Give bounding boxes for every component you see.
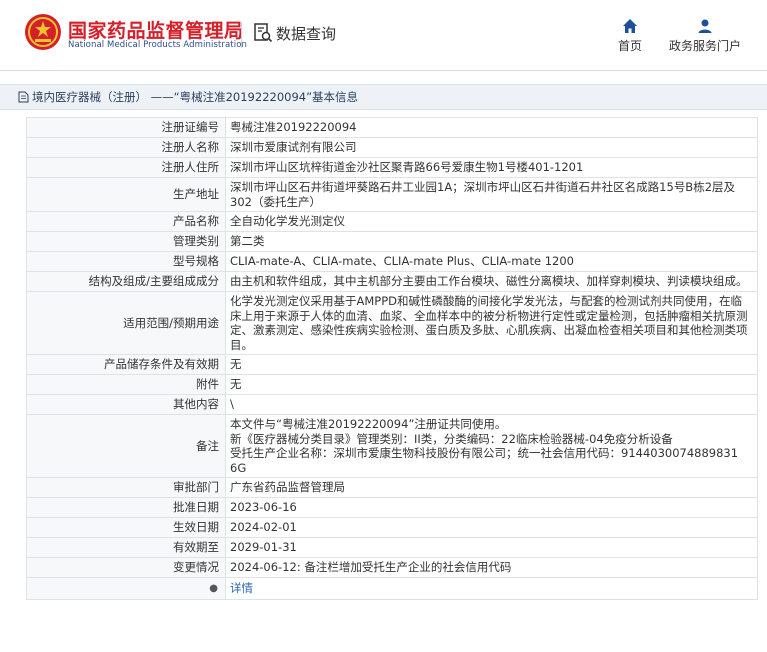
table-row: 注册人住所 深圳市坪山区坑梓街道金沙社区聚青路66号爱康生物1号楼401-1201: [26, 157, 758, 178]
field-label: 适用范围/预期用途: [26, 291, 226, 355]
field-value: 详情: [225, 577, 758, 600]
field-label: 注册人住所: [26, 157, 226, 178]
table-row: 审批部门 广东省药品监督管理局: [26, 477, 758, 498]
field-label: 审批部门: [26, 477, 226, 498]
table-row: 批准日期 2023-06-16: [26, 497, 758, 518]
header-divider: [241, 22, 242, 48]
national-emblem-logo[interactable]: [24, 13, 62, 51]
field-value: 无: [225, 354, 758, 375]
site-name-en[interactable]: National Medical Products Administration: [68, 40, 247, 50]
field-label: 变更情况: [26, 557, 226, 578]
field-label: 其他内容: [26, 394, 226, 415]
table-row: 注册证编号 粤械注准20192220094: [26, 117, 758, 138]
field-label: 备注: [26, 414, 226, 478]
field-value: 深圳市坪山区石井街道坪葵路石井工业园1A；深圳市坪山区石井街道石井社区名成路15…: [225, 177, 758, 212]
details-link[interactable]: 详情: [230, 581, 253, 595]
table-row: 管理类别 第二类: [26, 231, 758, 252]
user-icon: [698, 19, 712, 33]
field-value: 深圳市爱康试剂有限公司: [225, 137, 758, 158]
field-label: ●: [26, 577, 226, 600]
field-label: 注册人名称: [26, 137, 226, 158]
field-label: 产品储存条件及有效期: [26, 354, 226, 375]
field-label: 产品名称: [26, 211, 226, 232]
field-value: \: [225, 394, 758, 415]
site-name-cn[interactable]: 国家药品监督管理局: [68, 16, 244, 43]
field-label: 结构及组成/主要组成成分: [26, 271, 226, 292]
data-query-label: 数据查询: [276, 24, 337, 43]
field-value: 2029-01-31: [225, 537, 758, 558]
field-label: 生效日期: [26, 517, 226, 538]
nav-service-portal[interactable]: 政务服务门户: [665, 18, 745, 54]
table-row: 适用范围/预期用途 化学发光测定仪采用基于AMPPD和碱性磷酸酶的间接化学发光法，…: [26, 291, 758, 355]
field-label: 型号规格: [26, 251, 226, 272]
field-value: 化学发光测定仪采用基于AMPPD和碱性磷酸酶的间接化学发光法，与配套的检测试剂共…: [225, 291, 758, 355]
table-row: 生产地址 深圳市坪山区石井街道坪葵路石井工业园1A；深圳市坪山区石井街道石井社区名…: [26, 177, 758, 212]
field-label: 管理类别: [26, 231, 226, 252]
table-row: 产品储存条件及有效期无: [26, 354, 758, 375]
field-value: 2024-02-01: [225, 517, 758, 538]
field-value: 由主机和软件组成，其中主机部分主要由工作台模块、磁性分离模块、加样穿刺模块、判读…: [225, 271, 758, 292]
site-header: 国家药品监督管理局 National Medical Products Admi…: [0, 0, 767, 71]
table-row: 其他内容 \: [26, 394, 758, 415]
table-row: 结构及组成/主要组成成分 由主机和软件组成，其中主机部分主要由工作台模块、磁性分离…: [26, 271, 758, 292]
home-icon: [623, 19, 637, 33]
field-value: 本文件与“粤械注准20192220094”注册证共同使用。 新《医疗器械分类目录…: [225, 414, 758, 478]
table-row: 产品名称 全自动化学发光测定仪: [26, 211, 758, 232]
registration-info-table: 注册证编号 粤械注准20192220094 注册人名称 深圳市爱康试剂有限公司 注册人住…: [26, 117, 758, 600]
table-row: 变更情况 2024-06-12: 备注栏增加受托生产企业的社会信用代码: [26, 557, 758, 578]
field-value: 全自动化学发光测定仪: [225, 211, 758, 232]
field-label: 批准日期: [26, 497, 226, 518]
document-icon: [18, 91, 29, 103]
nav-service-label: 政务服务门户: [668, 39, 741, 53]
field-label: 注册证编号: [26, 117, 226, 138]
nav-home[interactable]: 首页: [612, 18, 648, 54]
breadcrumb-text: 境内医疗器械（注册） ——“粤械注准20192220094”基本信息: [32, 90, 359, 104]
field-value: CLIA-mate-A、CLIA-mate、CLIA-mate Plus、CLI…: [225, 251, 758, 272]
field-label: 附件: [26, 374, 226, 395]
table-row: 型号规格 CLIA-mate-A、CLIA-mate、CLIA-mate Plus…: [26, 251, 758, 272]
search-document-icon: [254, 23, 273, 43]
table-row: 附件无: [26, 374, 758, 395]
field-value: 粤械注准20192220094: [225, 117, 758, 138]
field-label: 有效期至: [26, 537, 226, 558]
pin-icon: ●: [209, 583, 218, 594]
field-value: 广东省药品监督管理局: [225, 477, 758, 498]
field-value: 深圳市坪山区坑梓街道金沙社区聚青路66号爱康生物1号楼401-1201: [225, 157, 758, 178]
table-row: 备注 本文件与“粤械注准20192220094”注册证共同使用。 新《医疗器械分类…: [26, 414, 758, 478]
field-label: 生产地址: [26, 177, 226, 212]
data-query-title: 数据查询: [253, 22, 336, 44]
field-value: 第二类: [225, 231, 758, 252]
table-row: 有效期至 2029-01-31: [26, 537, 758, 558]
breadcrumb: 境内医疗器械（注册） ——“粤械注准20192220094”基本信息: [0, 84, 767, 110]
field-value: 2023-06-16: [225, 497, 758, 518]
field-value: 2024-06-12: 备注栏增加受托生产企业的社会信用代码: [225, 557, 758, 578]
table-row: 注册人名称 深圳市爱康试剂有限公司: [26, 137, 758, 158]
nav-home-label: 首页: [617, 39, 642, 53]
field-value: 无: [225, 374, 758, 395]
table-row: 生效日期 2024-02-01: [26, 517, 758, 538]
table-row-detail: ● 详情: [26, 577, 758, 600]
